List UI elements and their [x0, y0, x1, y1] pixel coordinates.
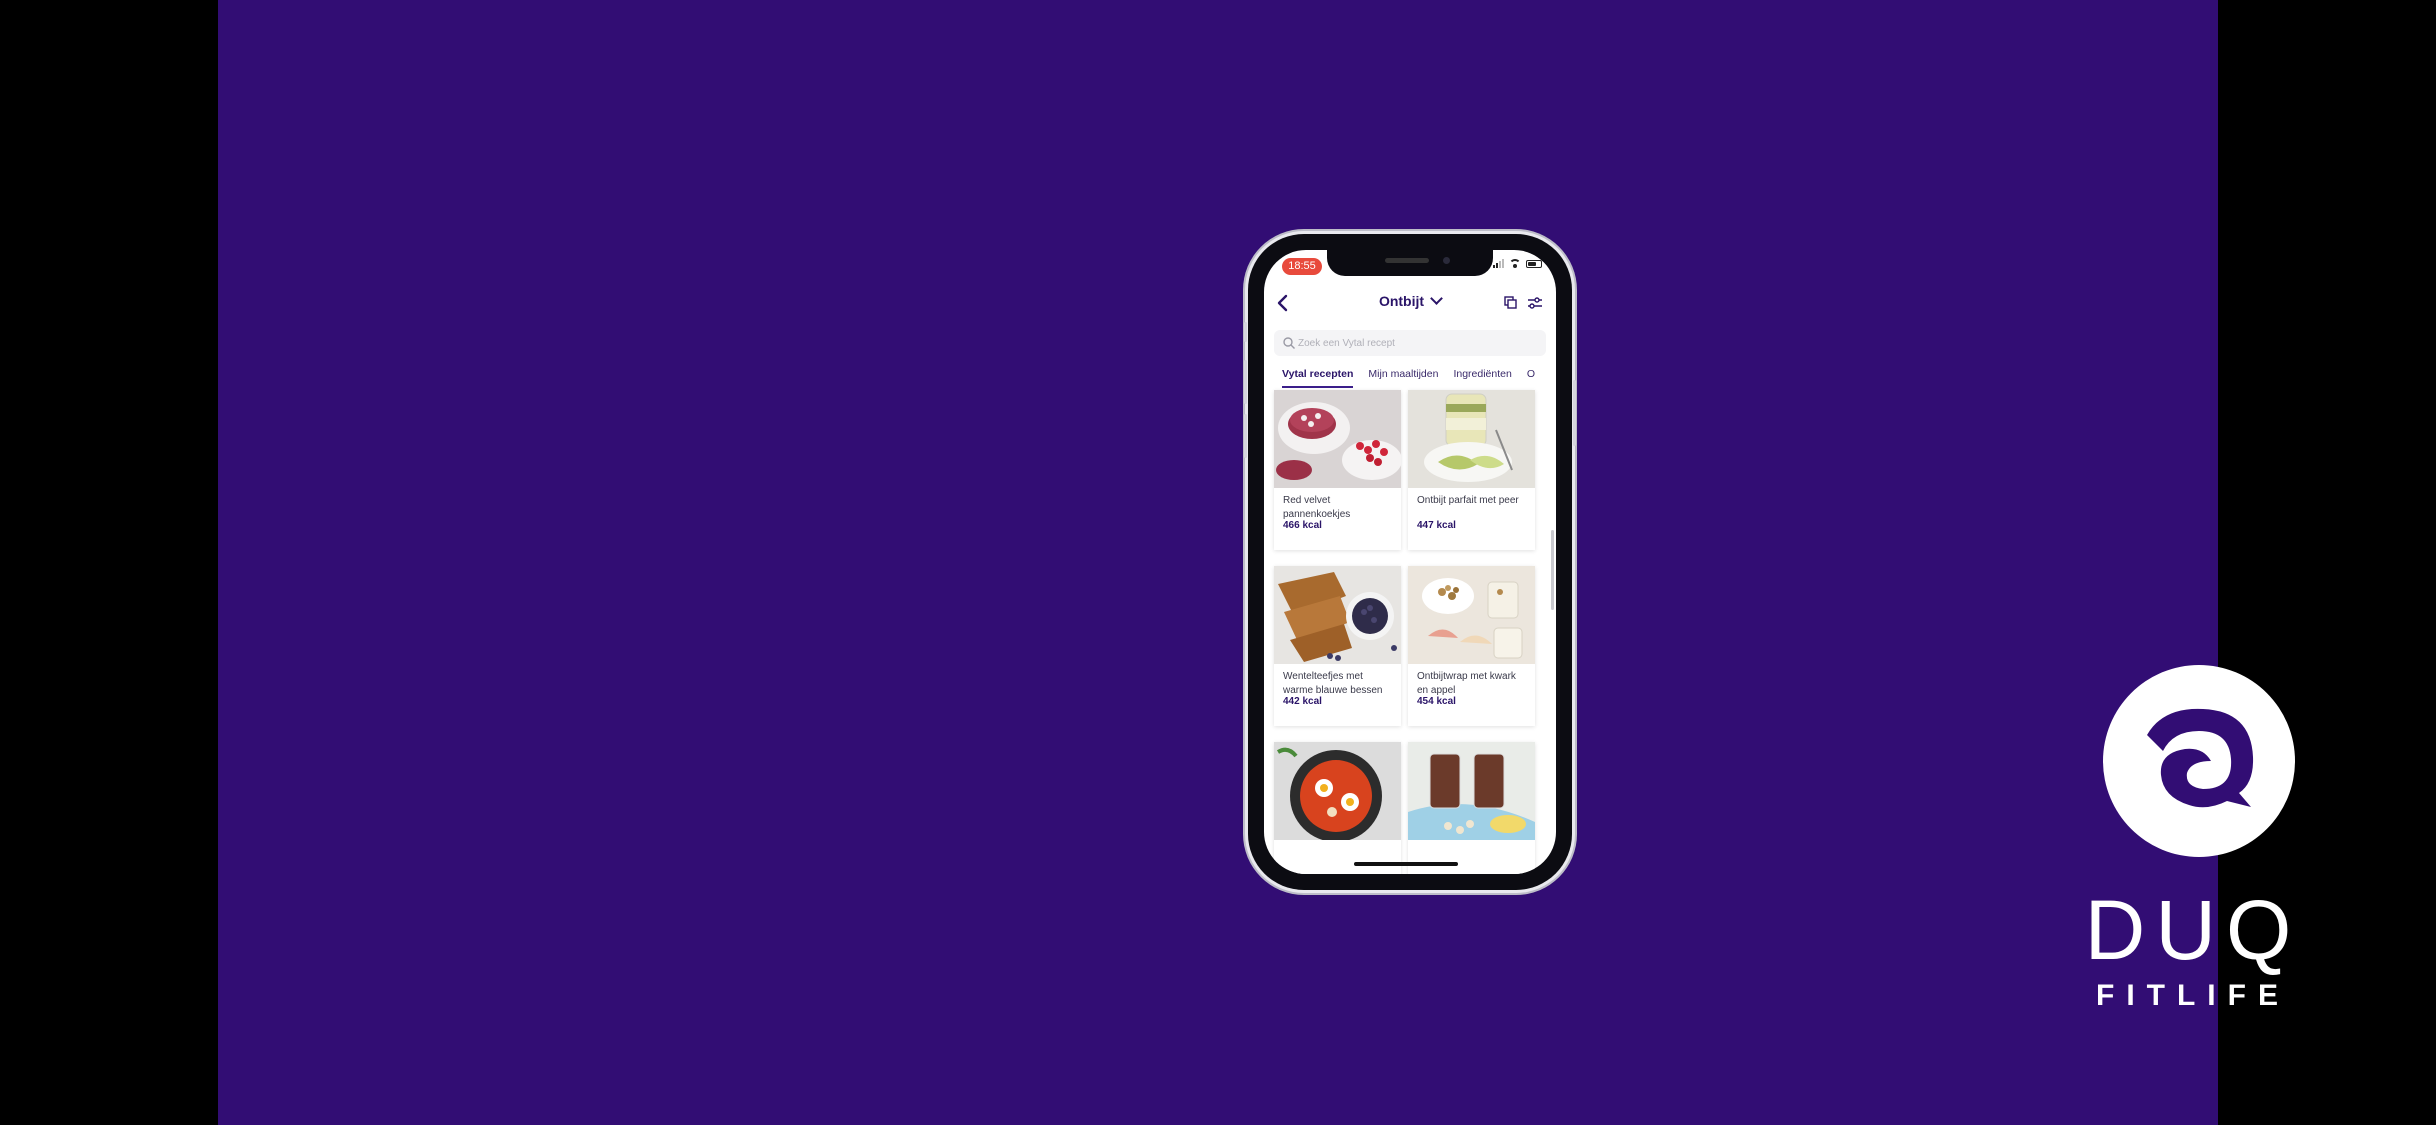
- speaker: [1385, 258, 1429, 263]
- scrollbar[interactable]: [1551, 530, 1554, 610]
- recipe-image: [1274, 390, 1401, 488]
- recipe-name: Red velvet pannenkoekjes: [1283, 495, 1351, 520]
- nav-bar: Ontbijt: [1264, 284, 1556, 322]
- recipe-kcal: 466 kcal: [1283, 520, 1322, 531]
- search-input[interactable]: [1296, 336, 1540, 350]
- battery-icon: [1526, 260, 1542, 268]
- signal-icon: [1493, 259, 1504, 268]
- recipe-card[interactable]: Red velvet pannenkoekjes 466 kcal: [1274, 390, 1401, 550]
- recipe-image: [1274, 566, 1401, 664]
- app-screen: 18:55 Ontbijt Zoek een Vytal recept Vyta…: [1264, 250, 1556, 874]
- recipe-image: [1408, 390, 1535, 488]
- recipe-image: [1408, 742, 1535, 840]
- phone-mockup: 18:55 Ontbijt Zoek een Vytal recept Vyta…: [1244, 234, 1576, 890]
- volume-up-button: [1244, 360, 1247, 404]
- status-icons: [1493, 259, 1542, 268]
- recipe-card[interactable]: Ontbijtwrap met kwark en appel 454 kcal: [1408, 566, 1535, 726]
- recipe-card[interactable]: [1274, 742, 1401, 874]
- video-frame: 18:55 Ontbijt Zoek een Vytal recept Vyta…: [218, 0, 2295, 1125]
- tab-bar: Vytal recepten Mijn maaltijden Ingrediënte…: [1282, 364, 1556, 388]
- filter-button[interactable]: [1526, 294, 1544, 312]
- page-title: Ontbijt: [1378, 293, 1425, 309]
- camera: [1443, 257, 1450, 264]
- status-time: 18:55: [1282, 258, 1322, 275]
- power-button: [1573, 380, 1576, 446]
- recipe-name: Ontbijt parfait met peer: [1417, 495, 1519, 506]
- duq-logo-mark: [2103, 665, 2295, 857]
- brand-name: DUQ: [2084, 883, 2302, 977]
- recipe-image: [1408, 566, 1535, 664]
- tab-ingredienten[interactable]: Ingrediënten: [1453, 368, 1511, 386]
- filter-sliders-icon: [1528, 297, 1542, 309]
- recipe-kcal: 454 kcal: [1417, 696, 1456, 707]
- recipe-kcal: 447 kcal: [1417, 520, 1456, 531]
- wifi-icon: [1509, 259, 1521, 268]
- search-bar: [1274, 330, 1546, 356]
- volume-down-button: [1244, 414, 1247, 458]
- recipe-card[interactable]: [1408, 742, 1535, 874]
- mute-switch: [1244, 322, 1247, 342]
- notch: [1327, 250, 1493, 276]
- recipe-card[interactable]: Wentelteefjes met warme blauwe bessen 44…: [1274, 566, 1401, 726]
- search-icon: [1283, 337, 1295, 349]
- home-indicator[interactable]: [1354, 862, 1458, 866]
- recipe-image: [1274, 742, 1401, 840]
- recipe-kcal: 442 kcal: [1283, 696, 1322, 707]
- copy-icon: [1504, 296, 1517, 309]
- brand-tagline: FITLIFE: [2096, 979, 2290, 1012]
- duq-logo-icon: [2147, 708, 2254, 808]
- chevron-down-icon: [1430, 292, 1443, 305]
- recipe-card[interactable]: Ontbijt parfait met peer 447 kcal: [1408, 390, 1535, 550]
- tab-overflow[interactable]: O: [1527, 368, 1535, 386]
- tab-vytal-recepten[interactable]: Vytal recepten: [1282, 368, 1354, 388]
- recipe-name: Ontbijtwrap met kwark en appel: [1417, 671, 1516, 696]
- copy-button[interactable]: [1502, 294, 1520, 312]
- tab-mijn-maaltijden[interactable]: Mijn maaltijden: [1368, 368, 1438, 386]
- recipe-name: Wentelteefjes met warme blauwe bessen: [1283, 671, 1383, 696]
